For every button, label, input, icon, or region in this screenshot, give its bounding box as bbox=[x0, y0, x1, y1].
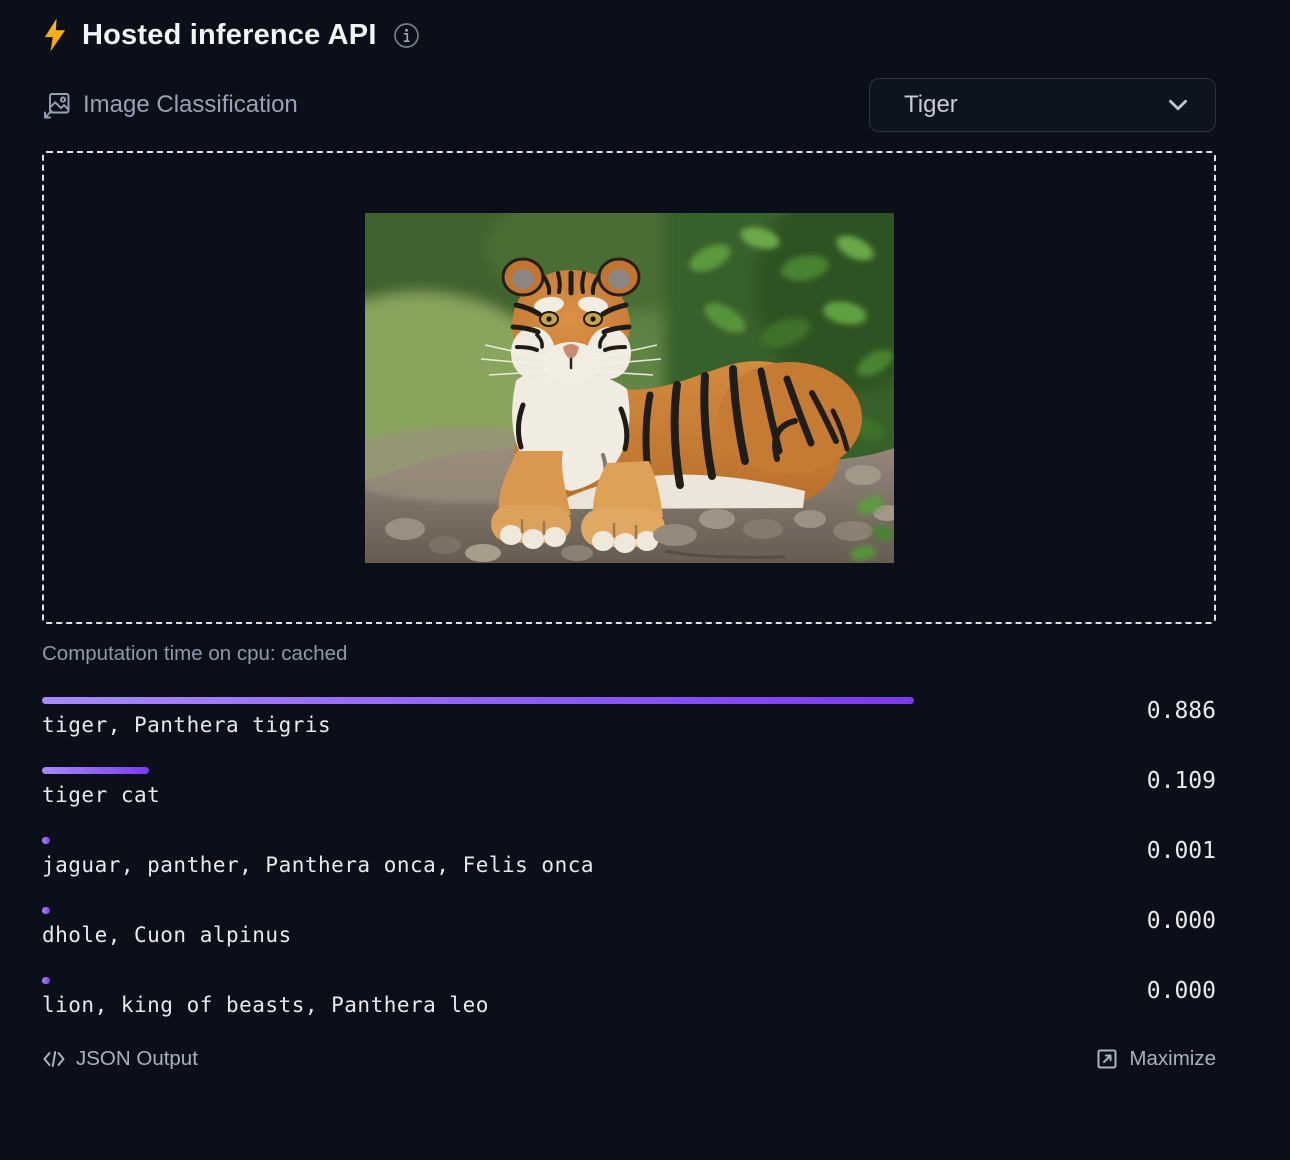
result-score: 0.109 bbox=[1147, 768, 1216, 794]
result-row: tiger, Panthera tigris 0.886 bbox=[42, 697, 1216, 737]
code-icon bbox=[42, 1047, 66, 1071]
score-bar bbox=[42, 977, 50, 984]
result-row: jaguar, panther, Panthera onca, Felis on… bbox=[42, 837, 1216, 877]
result-score: 0.001 bbox=[1147, 838, 1216, 864]
result-score: 0.000 bbox=[1147, 978, 1216, 1004]
result-score: 0.886 bbox=[1147, 698, 1216, 724]
json-output-button[interactable]: JSON Output bbox=[42, 1047, 198, 1071]
result-row: dhole, Cuon alpinus 0.000 bbox=[42, 907, 1216, 947]
task-row: Image Classification Tiger bbox=[42, 78, 1216, 132]
json-output-label: JSON Output bbox=[76, 1047, 198, 1071]
task-label-group: Image Classification bbox=[42, 91, 298, 120]
result-label: lion, king of beasts, Panthera leo bbox=[42, 993, 1026, 1017]
maximize-icon bbox=[1095, 1047, 1119, 1071]
result-label: dhole, Cuon alpinus bbox=[42, 923, 1026, 947]
result-row: tiger cat 0.109 bbox=[42, 767, 1216, 807]
classification-results: tiger, Panthera tigris 0.886 tiger cat 0… bbox=[42, 697, 1216, 1017]
widget-header: Hosted inference API bbox=[42, 18, 1216, 52]
result-score: 0.000 bbox=[1147, 908, 1216, 934]
input-image-tiger bbox=[365, 213, 894, 563]
maximize-label: Maximize bbox=[1129, 1047, 1216, 1071]
result-label: jaguar, panther, Panthera onca, Felis on… bbox=[42, 853, 1026, 877]
computation-time: Computation time on cpu: cached bbox=[42, 642, 1216, 666]
image-dropzone[interactable] bbox=[42, 151, 1216, 624]
example-select-value: Tiger bbox=[904, 91, 958, 119]
page-title: Hosted inference API bbox=[82, 19, 377, 52]
task-label: Image Classification bbox=[83, 91, 298, 119]
result-label: tiger cat bbox=[42, 783, 1026, 807]
image-classification-icon bbox=[42, 91, 71, 120]
maximize-button[interactable]: Maximize bbox=[1095, 1047, 1216, 1071]
inference-widget: Hosted inference API Image Classificatio… bbox=[0, 0, 1290, 1071]
score-bar bbox=[42, 697, 914, 704]
chevron-down-icon bbox=[1165, 92, 1191, 118]
lightning-icon bbox=[42, 18, 68, 52]
example-select[interactable]: Tiger bbox=[869, 78, 1216, 132]
result-row: lion, king of beasts, Panthera leo 0.000 bbox=[42, 977, 1216, 1017]
widget-footer: JSON Output Maximize bbox=[42, 1047, 1216, 1071]
info-icon[interactable] bbox=[393, 22, 420, 49]
result-label: tiger, Panthera tigris bbox=[42, 713, 1026, 737]
score-bar bbox=[42, 767, 149, 774]
score-bar bbox=[42, 837, 50, 844]
score-bar bbox=[42, 907, 50, 914]
